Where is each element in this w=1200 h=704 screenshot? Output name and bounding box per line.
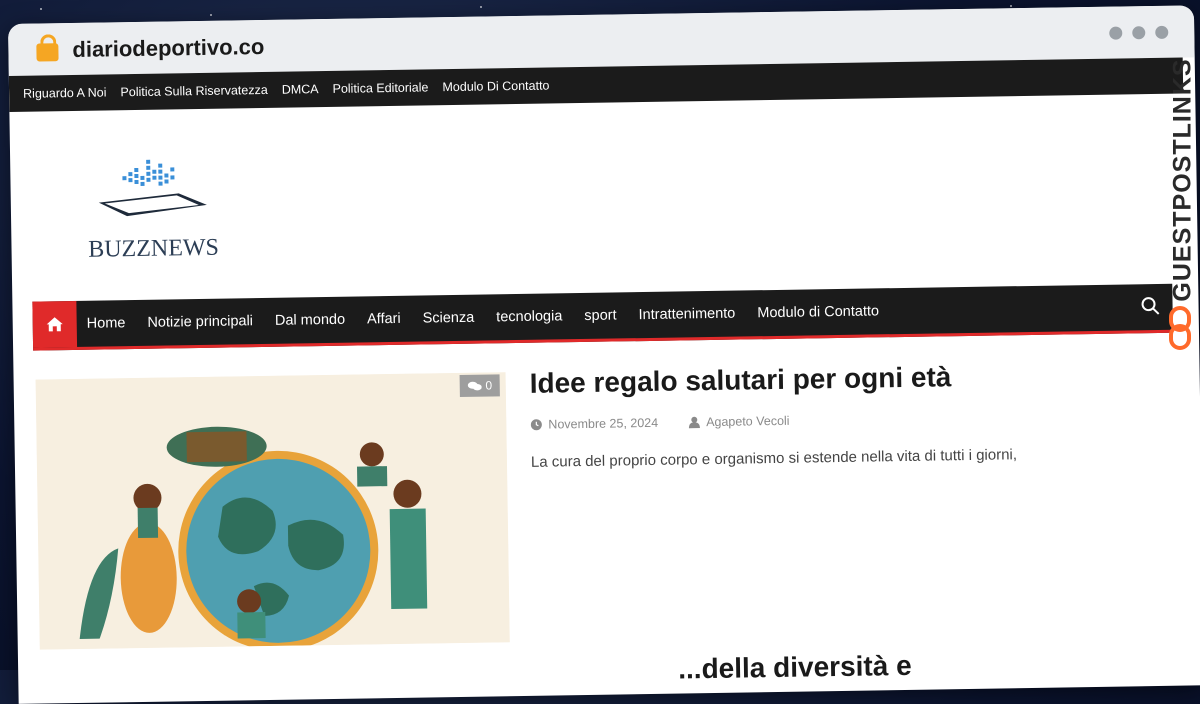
comment-count: 0 xyxy=(485,378,493,393)
clock-icon xyxy=(530,419,542,431)
window-dot[interactable] xyxy=(1132,26,1146,40)
nav-links: Home Notizie principali Dal mondo Affari… xyxy=(77,303,880,332)
nav-top-news[interactable]: Notizie principali xyxy=(147,313,253,331)
lock-icon xyxy=(36,43,59,62)
nav-technology[interactable]: tecnologia xyxy=(496,308,562,325)
article-image[interactable] xyxy=(35,372,510,650)
nav-world[interactable]: Dal mondo xyxy=(275,312,345,329)
watermark-text: GUESTPOSTLINKS xyxy=(1168,58,1197,302)
nav-sport[interactable]: sport xyxy=(584,307,616,324)
star xyxy=(40,8,42,10)
next-article-title[interactable]: ...della diversità e xyxy=(678,650,912,686)
top-menu-editorial[interactable]: Politica Editoriale xyxy=(332,80,428,96)
window-dot[interactable] xyxy=(1109,26,1123,40)
article-date[interactable]: Novembre 25, 2024 xyxy=(548,416,658,432)
nav-business[interactable]: Affari xyxy=(367,311,401,328)
comments-icon xyxy=(467,381,482,390)
nav-science[interactable]: Scienza xyxy=(423,310,475,327)
article-illustration xyxy=(35,372,510,650)
star xyxy=(1010,5,1012,7)
star xyxy=(210,14,212,16)
window-dot[interactable] xyxy=(1155,25,1169,39)
article-author[interactable]: Agapeto Vecoli xyxy=(706,414,790,429)
article-meta: Novembre 25, 2024 Agapeto Vecoli xyxy=(530,414,790,432)
top-menu-contact[interactable]: Modulo Di Contatto xyxy=(442,79,549,95)
star xyxy=(480,6,482,8)
top-menu-about[interactable]: Riguardo A Noi xyxy=(23,85,107,100)
url-bar[interactable]: diariodeportivo.co xyxy=(72,34,264,63)
nav-entertainment[interactable]: Intrattenimento xyxy=(638,306,735,324)
link-icon xyxy=(1169,306,1191,350)
article-excerpt: La cura del proprio corpo e organismo si… xyxy=(530,446,1018,471)
article-title[interactable]: Idee regalo salutari per ogni età xyxy=(529,361,951,400)
search-icon[interactable] xyxy=(1140,296,1160,316)
home-button[interactable] xyxy=(32,300,78,348)
logo-text: BUZZNEWS xyxy=(88,234,220,263)
nav-home[interactable]: Home xyxy=(87,315,126,332)
nav-contact[interactable]: Modulo di Contatto xyxy=(757,303,879,321)
window-controls xyxy=(1109,25,1169,40)
user-icon xyxy=(688,416,700,429)
main-nav: Home Notizie principali Dal mondo Affari… xyxy=(32,283,1173,351)
home-icon xyxy=(46,317,63,332)
top-menu-dmca[interactable]: DMCA xyxy=(282,82,319,97)
site-logo[interactable]: BUZZNEWS xyxy=(82,145,224,277)
browser-window: diariodeportivo.co Riguardo A Noi Politi… xyxy=(8,5,1200,704)
top-menu-privacy[interactable]: Politica Sulla Riservatezza xyxy=(120,83,267,99)
logo-graphic xyxy=(98,159,207,217)
comment-count-badge[interactable]: 0 xyxy=(459,374,500,397)
